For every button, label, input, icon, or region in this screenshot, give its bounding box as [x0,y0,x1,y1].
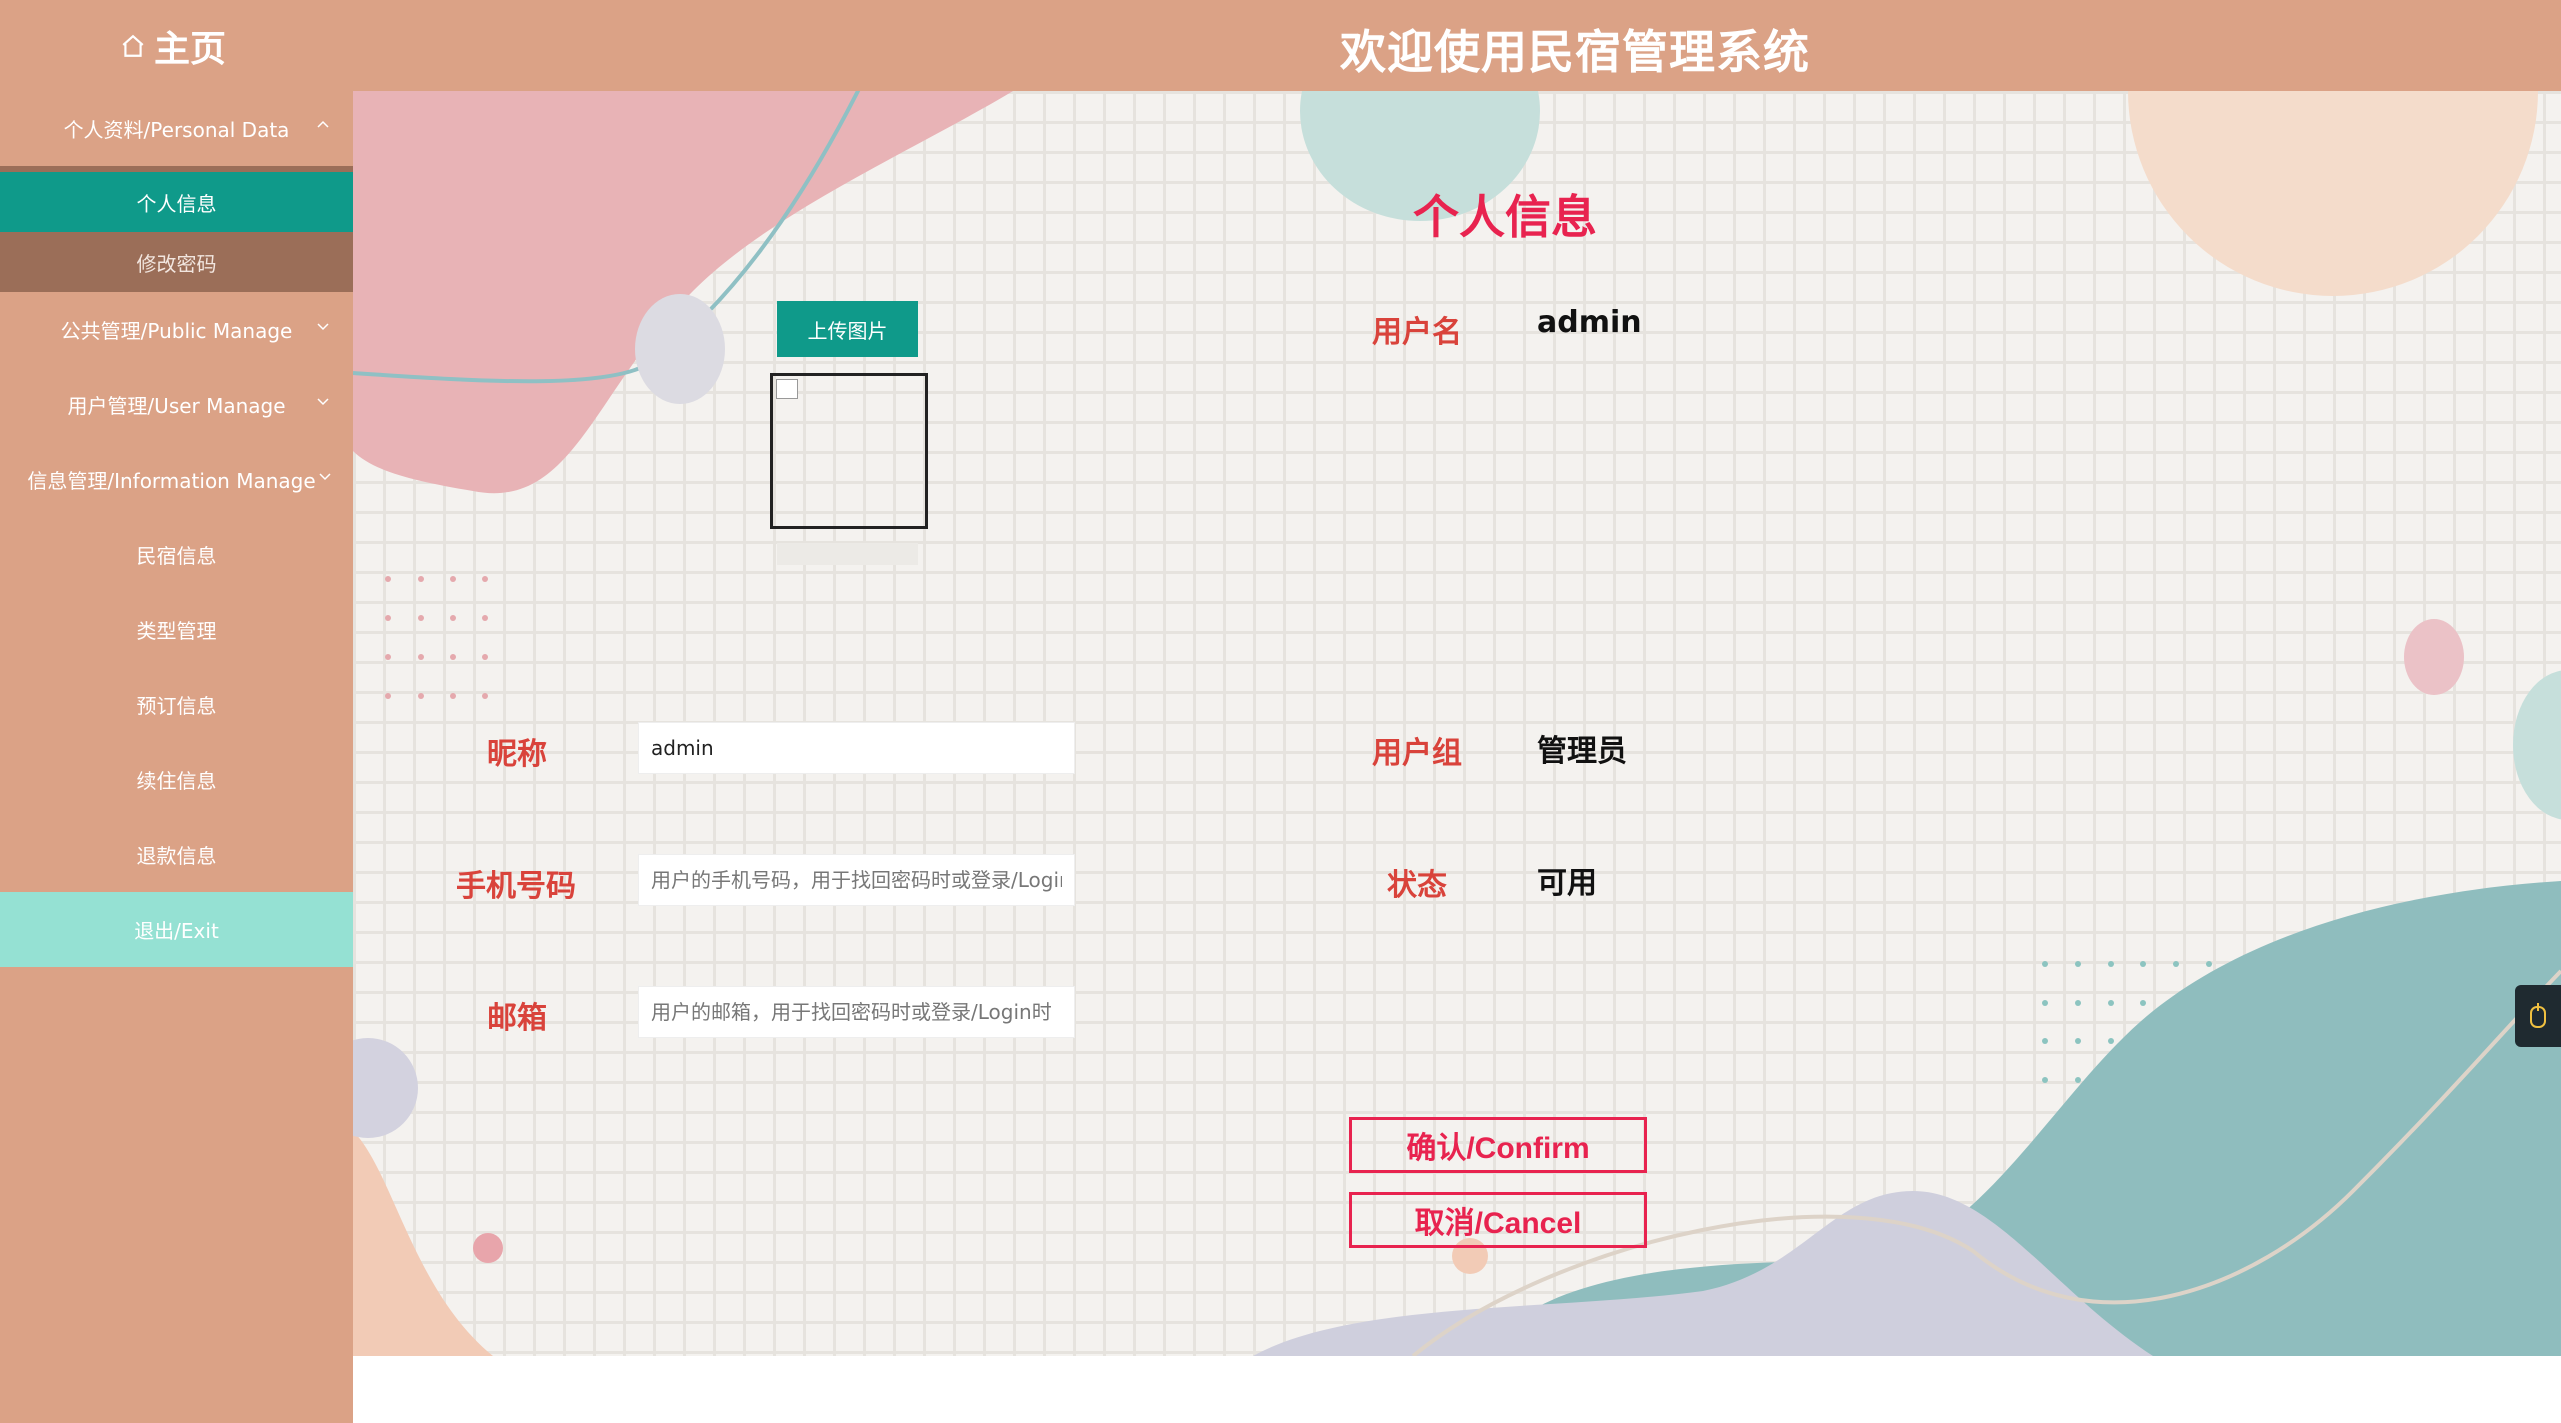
menu-group-label: 用户管理/User Manage [67,394,286,418]
email-label: 邮箱 [487,1001,547,1036]
chevron-down-icon [317,398,329,406]
status-value: 可用 [1537,866,1597,901]
menu-item-label: 退款信息 [136,844,217,868]
sidebar: 个人资料/Personal Data 个人信息 修改密码 公共管理/Public… [0,91,353,1423]
menu-item-label: 个人信息 [136,191,217,216]
app-title: 欢迎使用民宿管理系统 [1340,25,1810,79]
menu-group-label: 信息管理/Information Manage [27,469,316,493]
menu-item-label: 退出/Exit [134,919,219,943]
chevron-down-icon [319,473,331,481]
status-label: 状态 [1387,868,1447,903]
top-header: 主页 欢迎使用民宿管理系统 [0,0,2561,93]
main-content: 个人信息 上传图片 昵称 手机号码 邮箱 用户名 admin 用户组 管理员 状… [353,91,2561,1356]
nickname-label: 昵称 [487,737,547,772]
menu-group-label: 个人资料/Personal Data [63,118,290,142]
username-label: 用户名 [1372,315,1462,350]
menu-group-personal-data[interactable]: 个人资料/Personal Data [0,91,353,166]
home-label: 主页 [154,29,227,70]
menu-item-extension-info[interactable]: 续住信息 [0,742,353,817]
footer-area [353,1356,2561,1423]
upload-image-button[interactable]: 上传图片 [777,301,918,357]
nickname-input[interactable] [638,722,1075,774]
broken-image-icon [776,379,798,399]
page-title: 个人信息 [1413,190,1597,244]
menu-item-label: 修改密码 [136,251,217,276]
menu-item-change-password[interactable]: 修改密码 [0,232,353,292]
username-value: admin [1537,305,1642,340]
menu-item-refund-info[interactable]: 退款信息 [0,817,353,892]
menu-group-information-manage[interactable]: 信息管理/Information Manage [0,442,353,517]
submenu-personal-data: 个人信息 修改密码 [0,166,353,292]
menu-item-personal-info[interactable]: 个人信息 [0,166,353,232]
floating-side-tab[interactable] [2515,985,2561,1047]
menu-item-label: 类型管理 [136,619,217,643]
home-icon [122,34,144,57]
avatar-placeholder-bar [777,543,918,565]
confirm-button[interactable]: 确认/Confirm [1349,1117,1647,1173]
cancel-button[interactable]: 取消/Cancel [1349,1192,1647,1248]
user-group-label: 用户组 [1372,736,1462,771]
menu-item-homestay-info[interactable]: 民宿信息 [0,517,353,592]
menu-item-label: 民宿信息 [136,544,217,568]
chevron-up-icon [317,120,329,128]
menu-item-label: 续住信息 [136,769,217,793]
menu-group-public-manage[interactable]: 公共管理/Public Manage [0,292,353,367]
menu-group-label: 公共管理/Public Manage [60,319,293,343]
phone-input[interactable] [638,854,1075,906]
avatar-image[interactable] [770,373,928,529]
menu-item-label: 预订信息 [136,694,217,718]
home-link[interactable]: 主页 [120,18,226,74]
menu-item-exit[interactable]: 退出/Exit [0,892,353,967]
user-group-value: 管理员 [1537,734,1627,769]
extension-icon [2530,1003,2546,1028]
menu-group-user-manage[interactable]: 用户管理/User Manage [0,367,353,442]
menu-item-type-manage[interactable]: 类型管理 [0,592,353,667]
chevron-down-icon [317,323,329,331]
menu-item-booking-info[interactable]: 预订信息 [0,667,353,742]
phone-label: 手机号码 [456,869,576,904]
email-input[interactable] [638,986,1075,1038]
